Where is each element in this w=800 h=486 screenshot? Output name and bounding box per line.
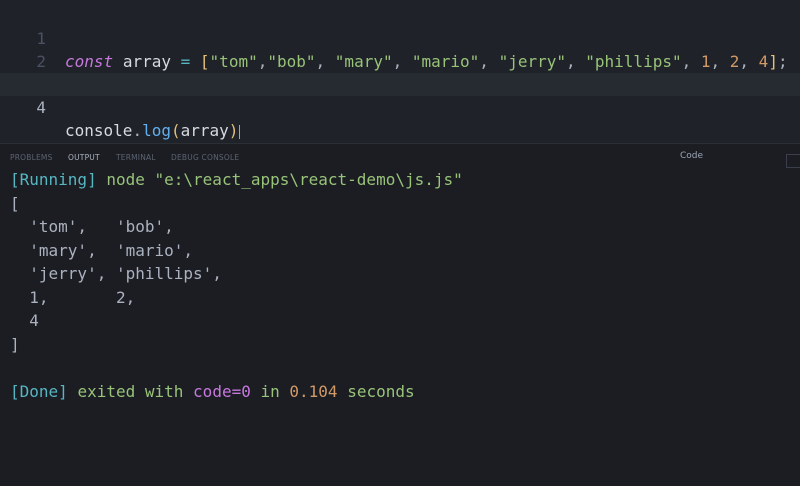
editor-line-2[interactable]: 2 [0,27,800,71]
token-console: console [65,121,133,140]
tab-problems[interactable]: PROBLEMS [10,150,53,166]
panel-action-frame [786,154,800,168]
done-tag: [Done] [10,381,68,401]
output-log: [Running] node "e:\react_apps\react-demo… [10,168,463,403]
line-number-4: 4 [36,98,46,117]
editor-line-1[interactable]: 1 const array = ["tom","bob", "mary", "m… [0,4,800,71]
tab-terminal[interactable]: TERMINAL [116,150,156,166]
seconds-label: seconds [347,381,415,401]
duration-value: 0.104 [289,381,338,401]
output-line: 1, 2, [10,287,136,307]
output-line: 'jerry', 'phillips', [10,264,222,283]
output-line: 'mary', 'mario', [10,240,194,260]
text-cursor [239,124,241,139]
exit-code-label: code=0 [193,381,251,401]
run-command: node "e:\react_apps\react-demo\js.js" [106,170,463,189]
line-4-code: console.log(array) [65,121,241,140]
token-call-arg: array [180,121,229,140]
token-log: log [142,121,171,140]
code-editor[interactable]: 1 const array = ["tom","bob", "mary", "m… [0,0,800,143]
output-line: 'tom', 'bob', [10,217,174,236]
output-line: [ [10,193,20,213]
output-line: ] [10,334,20,354]
tab-output[interactable]: OUTPUT [68,150,100,166]
in-label: in [260,381,280,401]
output-channel-select[interactable]: Code [680,151,703,161]
exited-with-label: exited with [77,381,184,401]
output-line: 4 [10,311,39,330]
tab-debug-console[interactable]: DEBUG CONSOLE [171,150,239,166]
bottom-panel: PROBLEMS OUTPUT TERMINAL DEBUG CONSOLE C… [0,143,800,486]
editor-line-4[interactable]: 4 console.log(array) [0,73,800,140]
running-tag: [Running] [10,170,97,189]
editor-line-3[interactable]: 3 [0,50,800,94]
